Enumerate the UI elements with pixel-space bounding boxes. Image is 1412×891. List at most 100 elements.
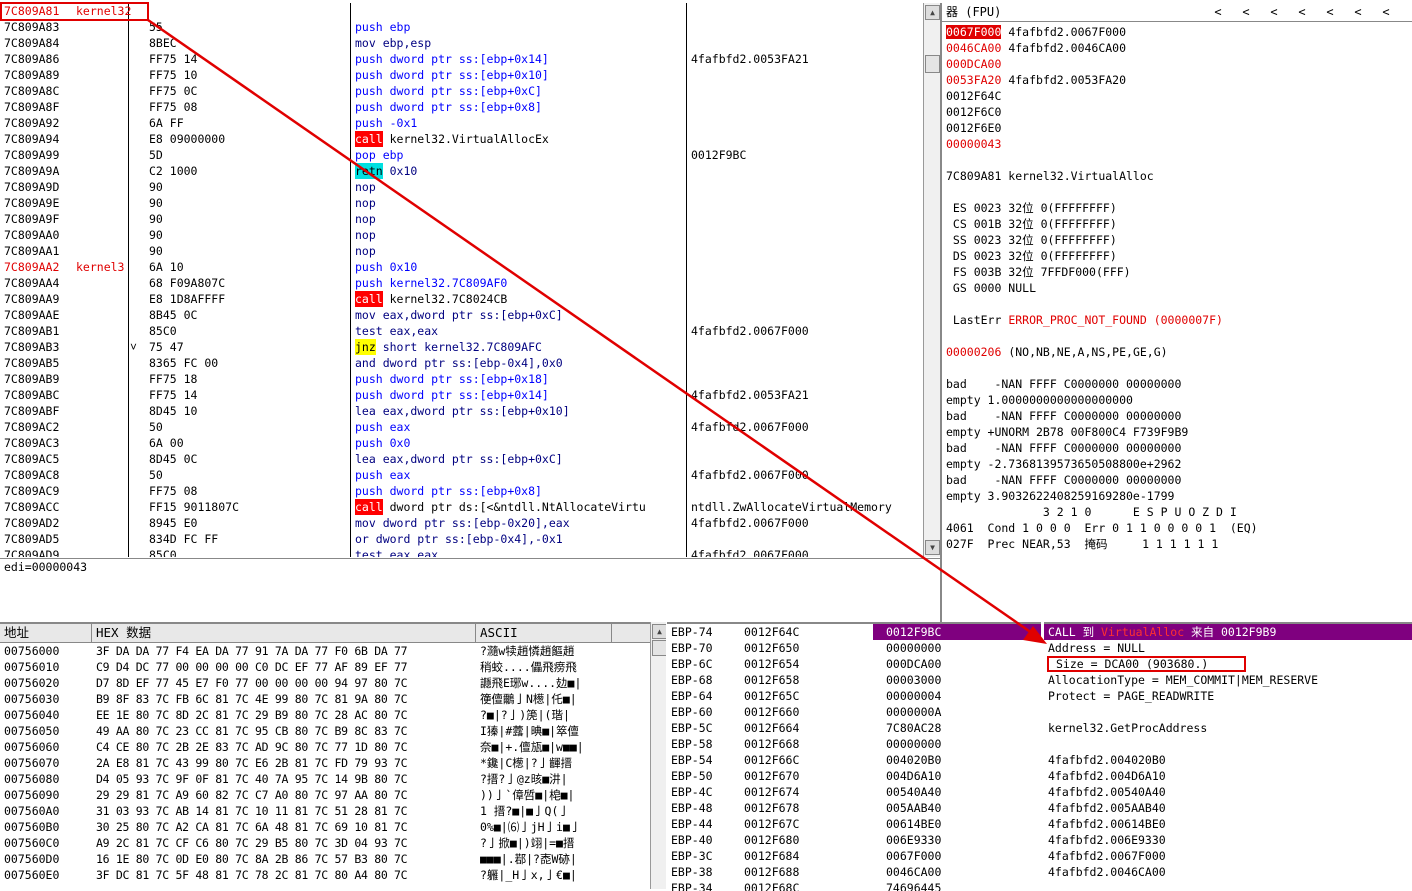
stack-row[interactable]: EBP-40 0012F680 006E9330 <box>667 832 1041 848</box>
scroll-thumb[interactable] <box>925 55 940 73</box>
fpu-row[interactable]: bad -NAN FFFF C0000000 00000000 <box>946 408 1412 424</box>
fpu-row[interactable]: bad -NAN FFFF C0000000 00000000 <box>946 440 1412 456</box>
disassembly-row[interactable]: 7C809A89 FF75 10 push dword ptr ss:[ebp+0x… <box>0 67 922 83</box>
disassembly-pane[interactable]: 7C809A81 kernel32 8BFF mov edi,edi 7C809A83 5… <box>0 3 922 557</box>
disassembly-row[interactable]: 7C809AD9 85C0 test eax,eax 4fafbfd2.0067F00… <box>0 547 922 557</box>
dump-scrollbar[interactable]: ▲ <box>650 622 666 889</box>
fpu-row[interactable]: empty +UNORM 2B78 00F800C4 F739F9B9 <box>946 424 1412 440</box>
stack-row[interactable]: EBP-38 0012F688 0046CA00 <box>667 864 1041 880</box>
disassembly-row[interactable]: 7C809AC8 50 push eax 4fafbfd2.0067F000 <box>0 467 922 483</box>
disassembly-row[interactable]: 7C809AD2 8945 E0 mov dword ptr ss:[ebp-0x2… <box>0 515 922 531</box>
stack-row[interactable]: EBP-54 0012F66C 004020B0 <box>667 752 1041 768</box>
column-header-hex[interactable]: HEX 数据 <box>92 624 476 642</box>
disassembly-row[interactable]: 7C809ABC FF75 14 push dword ptr ss:[ebp+0x… <box>0 387 922 403</box>
dump-row[interactable]: 00756050 49 AA 80 7C 23 CC 81 7C 95 CB 80… <box>0 723 650 739</box>
stack-row[interactable]: EBP-60 0012F660 0000000A <box>667 704 1041 720</box>
nav-arrow-icon[interactable]: < <box>1288 3 1316 21</box>
register-row[interactable]: 0067F000 4fafbfd2.0067F000 <box>946 24 1412 40</box>
fpu-row[interactable]: 4061 Cond 1 0 0 0 Err 0 1 1 0 0 0 0 1 (E… <box>946 520 1412 536</box>
disassembly-row[interactable]: 7C809AC5 8D45 0C lea eax,dword ptr ss:[ebp… <box>0 451 922 467</box>
fpu-row[interactable]: empty -2.7368139573650508800e+2962 <box>946 456 1412 472</box>
dump-row[interactable]: 00756080 D4 05 93 7C 9F 0F 81 7C 40 7A 95… <box>0 771 650 787</box>
disassembly-row[interactable]: 7C809AA2 kernel3 6A 10 push 0x10 <box>0 259 922 275</box>
stack-pane[interactable]: EBP-74 0012F64C 0012F9BC EBP-70 0012F650 0000… <box>667 622 1041 891</box>
disassembly-row[interactable]: 7C809A99 5D pop ebp 0012F9BC <box>0 147 922 163</box>
disassembly-row[interactable]: 7C809ABF 8D45 10 lea eax,dword ptr ss:[ebp… <box>0 403 922 419</box>
fpu-row[interactable]: bad -NAN FFFF C0000000 00000000 <box>946 376 1412 392</box>
register-row[interactable]: 0012F6E0 <box>946 120 1412 136</box>
register-row[interactable]: 0053FA20 4fafbfd2.0053FA20 <box>946 72 1412 88</box>
disassembly-row[interactable]: 7C809AA9 E8 1D8AFFFF call kernel32.7C8024C… <box>0 291 922 307</box>
disassembly-row[interactable]: 7C809ACC FF15 9011807C call dword ptr ds:[… <box>0 499 922 515</box>
dump-row[interactable]: 007560A0 31 03 93 7C AB 14 81 7C 10 11 81… <box>0 803 650 819</box>
nav-arrow-icon[interactable]: < <box>1344 3 1372 21</box>
segment-register-row[interactable]: FS 003B 32位 7FFDF000(FFF) <box>946 264 1412 280</box>
disassembly-scrollbar[interactable]: ▲ ▼ <box>923 3 940 557</box>
register-row[interactable]: 00000043 <box>946 136 1412 152</box>
disassembly-row[interactable]: 7C809A8C FF75 0C push dword ptr ss:[ebp+0x… <box>0 83 922 99</box>
scroll-down-icon[interactable]: ▼ <box>925 540 940 555</box>
segment-register-row[interactable]: GS 0000 NULL <box>946 280 1412 296</box>
stack-comments-pane[interactable]: CALL 到 VirtualAlloc 来自 0012F9B9 Address =… <box>1044 622 1412 891</box>
registers-pane[interactable]: 器 (FPU) < < < < < < < 0067F000 4fafbfd2.0067F0… <box>942 3 1412 620</box>
scroll-up-icon[interactable]: ▲ <box>925 5 940 20</box>
lasterr-row[interactable]: LastErr ERROR_PROC_NOT_FOUND (0000007F) <box>946 312 1412 328</box>
dump-row[interactable]: 00756020 D7 8D EF 77 45 E7 F0 77 00 00 00… <box>0 675 650 691</box>
dump-row[interactable]: 00756030 B9 8F 83 7C FB 6C 81 7C 4E 99 80… <box>0 691 650 707</box>
dump-row[interactable]: 00756060 C4 CE 80 7C 2B 2E 83 7C AD 9C 80… <box>0 739 650 755</box>
dump-row[interactable]: 007560E0 3F DC 81 7C 5F 48 81 7C 78 2C 81… <box>0 867 650 883</box>
disassembly-row[interactable]: 7C809AC2 50 push eax 4fafbfd2.0067F000 <box>0 419 922 435</box>
disassembly-row[interactable]: 7C809A81 kernel32 8BFF mov edi,edi <box>0 3 922 19</box>
stack-row[interactable]: EBP-34 0012F68C 74696445 <box>667 880 1041 891</box>
disassembly-row[interactable]: 7C809A86 FF75 14 push dword ptr ss:[ebp+0x… <box>0 51 922 67</box>
stack-row[interactable]: EBP-48 0012F678 005AAB40 <box>667 800 1041 816</box>
disassembly-row[interactable]: 7C809AB1 85C0 test eax,eax 4fafbfd2.0067F00… <box>0 323 922 339</box>
disassembly-row[interactable]: 7C809AB9 FF75 18 push dword ptr ss:[ebp+0x… <box>0 371 922 387</box>
nav-arrow-icon[interactable]: < <box>1316 3 1344 21</box>
nav-arrow-icon[interactable]: < <box>1204 3 1232 21</box>
dump-row[interactable]: 00756000 3F DA DA 77 F4 EA DA 77 91 7A DA… <box>0 643 650 659</box>
nav-arrow-icon[interactable]: < <box>1260 3 1288 21</box>
scroll-up-icon[interactable]: ▲ <box>652 624 666 639</box>
segment-register-row[interactable]: SS 0023 32位 0(FFFFFFFF) <box>946 232 1412 248</box>
dump-row[interactable]: 00756010 C9 D4 DC 77 00 00 00 00 C0 DC EF… <box>0 659 650 675</box>
dump-row[interactable]: 00756070 2A E8 81 7C 43 99 80 7C E6 2B 81… <box>0 755 650 771</box>
disassembly-row[interactable]: 7C809A83 55 push ebp <box>0 19 922 35</box>
fpu-row[interactable]: empty 1.0000000000000000000 <box>946 392 1412 408</box>
disassembly-row[interactable]: 7C809AC3 6A 00 push 0x0 <box>0 435 922 451</box>
disassembly-row[interactable]: 7C809AD5 834D FC FF or dword ptr ss:[ebp-0… <box>0 531 922 547</box>
dump-row[interactable]: 00756040 EE 1E 80 7C 8D 2C 81 7C 29 B9 80… <box>0 707 650 723</box>
register-row[interactable]: 000DCA00 <box>946 56 1412 72</box>
stack-row[interactable]: EBP-5C 0012F664 7C80AC28 <box>667 720 1041 736</box>
disassembly-row[interactable]: 7C809AB5 8365 FC 00 and dword ptr ss:[ebp-… <box>0 355 922 371</box>
dump-row[interactable]: 007560B0 30 25 80 7C A2 CA 81 7C 6A 48 81… <box>0 819 650 835</box>
scroll-thumb[interactable] <box>652 640 666 656</box>
segment-register-row[interactable]: DS 0023 32位 0(FFFFFFFF) <box>946 248 1412 264</box>
stack-row[interactable]: EBP-50 0012F670 004D6A10 <box>667 768 1041 784</box>
disassembly-row[interactable]: 7C809A84 8BEC mov ebp,esp <box>0 35 922 51</box>
segment-register-row[interactable]: ES 0023 32位 0(FFFFFFFF) <box>946 200 1412 216</box>
disassembly-row[interactable]: 7C809AC9 FF75 08 push dword ptr ss:[ebp+0x… <box>0 483 922 499</box>
column-header-address[interactable]: 地址 <box>0 624 92 642</box>
disassembly-row[interactable]: 7C809AA1 90 nop <box>0 243 922 259</box>
stack-row[interactable]: EBP-68 0012F658 00003000 <box>667 672 1041 688</box>
fpu-row[interactable]: 3 2 1 0 E S P U O Z D I <box>946 504 1412 520</box>
dump-row[interactable]: 00756090 29 29 81 7C A9 60 82 7C C7 A0 80… <box>0 787 650 803</box>
stack-row[interactable]: EBP-74 0012F64C 0012F9BC <box>667 624 1041 640</box>
register-row[interactable]: 0012F6C0 <box>946 104 1412 120</box>
dump-row[interactable]: 007560D0 16 1E 80 7C 0D E0 80 7C 8A 2B 86… <box>0 851 650 867</box>
segment-register-row[interactable]: CS 001B 32位 0(FFFFFFFF) <box>946 216 1412 232</box>
dump-row[interactable]: 007560C0 A9 2C 81 7C CF C6 80 7C 29 B5 80… <box>0 835 650 851</box>
nav-arrow-icon[interactable]: < <box>1372 3 1400 21</box>
register-row[interactable]: 0046CA00 4fafbfd2.0046CA00 <box>946 40 1412 56</box>
disassembly-row[interactable]: 7C809AA0 90 nop <box>0 227 922 243</box>
eip-row[interactable]: 7C809A81 kernel32.VirtualAlloc <box>946 168 1412 184</box>
disassembly-row[interactable]: 7C809A8F FF75 08 push dword ptr ss:[ebp+0x… <box>0 99 922 115</box>
disassembly-row[interactable]: 7C809A9D 90 nop <box>0 179 922 195</box>
hex-dump-pane[interactable]: 地址 HEX 数据 ASCII 00756000 3F DA DA 77 F4 E… <box>0 622 650 891</box>
disassembly-row[interactable]: 7C809A9E 90 nop <box>0 195 922 211</box>
stack-row[interactable]: EBP-58 0012F668 00000000 <box>667 736 1041 752</box>
eflags-row[interactable]: 00000206 (NO,NB,NE,A,NS,PE,GE,G) <box>946 344 1412 360</box>
disassembly-row[interactable]: 7C809A94 E8 09000000 call kernel32.Virtual… <box>0 131 922 147</box>
stack-row[interactable]: EBP-64 0012F65C 00000004 <box>667 688 1041 704</box>
